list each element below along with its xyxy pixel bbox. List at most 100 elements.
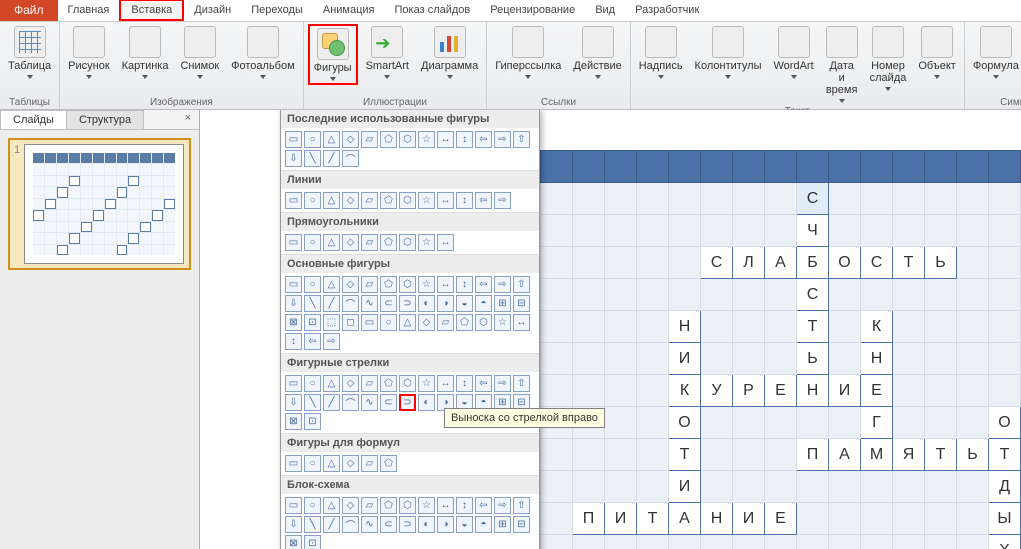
tab-insert[interactable]: Вставка [119, 0, 184, 21]
crossword-cell[interactable]: Ы [989, 503, 1021, 535]
shape-option[interactable]: ☆ [418, 375, 435, 392]
shape-option[interactable]: ⊠ [285, 535, 302, 549]
shape-option[interactable]: ⬡ [399, 131, 416, 148]
close-pane[interactable]: × [177, 110, 199, 129]
shape-option[interactable]: ⌒ [342, 394, 359, 411]
shape-option[interactable]: ⬠ [380, 497, 397, 514]
shape-option[interactable]: ⊃ [399, 516, 416, 533]
shape-option[interactable]: ↔ [437, 192, 454, 209]
slides-tab[interactable]: Слайды [0, 110, 67, 129]
shape-option[interactable]: ○ [380, 314, 397, 331]
shape-option[interactable]: ⊠ [285, 314, 302, 331]
shape-option[interactable]: ◓ [475, 295, 492, 312]
crossword-cell[interactable]: Е [765, 375, 797, 407]
shape-option[interactable]: ⬠ [380, 455, 397, 472]
shape-option[interactable]: ⊡ [304, 314, 321, 331]
shape-option[interactable]: ○ [304, 497, 321, 514]
shape-option[interactable]: ⊡ [304, 413, 321, 430]
file-menu[interactable]: Файл [0, 0, 58, 21]
shapes-button[interactable]: Фигуры [308, 24, 358, 85]
shape-option[interactable]: ◐ [418, 295, 435, 312]
shape-option[interactable]: △ [323, 192, 340, 209]
crossword-cell[interactable]: А [669, 503, 701, 535]
shape-option[interactable]: ⊂ [380, 516, 397, 533]
crossword-cell[interactable]: К [669, 375, 701, 407]
shape-option[interactable]: ⌒ [342, 295, 359, 312]
shape-option[interactable]: ◒ [456, 295, 473, 312]
shape-option[interactable]: ▭ [285, 375, 302, 392]
shape-option[interactable]: ∿ [361, 394, 378, 411]
crossword-cell[interactable]: Ь [957, 439, 989, 471]
tab-developer[interactable]: Разработчик [625, 0, 709, 21]
crossword-cell[interactable]: П [797, 439, 829, 471]
shape-option[interactable]: ↔ [437, 131, 454, 148]
shape-option[interactable]: ⊡ [304, 535, 321, 549]
shape-option[interactable]: ◑ [437, 295, 454, 312]
crossword-cell[interactable]: Н [669, 311, 701, 343]
crossword-cell[interactable]: С [797, 279, 829, 311]
shape-option[interactable]: ⇩ [285, 516, 302, 533]
shape-option[interactable]: ▱ [361, 131, 378, 148]
shape-option[interactable]: △ [323, 131, 340, 148]
crossword-cell[interactable]: П [573, 503, 605, 535]
shape-option[interactable]: ↕ [285, 333, 302, 350]
shape-option[interactable]: ⇦ [475, 192, 492, 209]
shape-option[interactable]: ○ [304, 455, 321, 472]
shape-option[interactable]: ⬚ [323, 314, 340, 331]
crossword-cell[interactable]: О [669, 407, 701, 439]
shape-option[interactable]: △ [323, 375, 340, 392]
crossword-cell[interactable]: И [605, 503, 637, 535]
shape-option[interactable]: ↔ [437, 276, 454, 293]
equation-button[interactable]: Формула [969, 24, 1021, 81]
tab-animation[interactable]: Анимация [313, 0, 385, 21]
shape-option[interactable]: ⬡ [399, 497, 416, 514]
shape-option[interactable]: ╲ [304, 295, 321, 312]
crossword-cell[interactable]: Е [861, 375, 893, 407]
tab-transitions[interactable]: Переходы [241, 0, 313, 21]
shape-option[interactable]: ◇ [418, 314, 435, 331]
shape-option[interactable]: ⊟ [513, 516, 530, 533]
crossword-cell[interactable]: Н [701, 503, 733, 535]
shape-option[interactable]: ○ [304, 375, 321, 392]
shape-option[interactable]: ◇ [342, 234, 359, 251]
datetime-button[interactable]: Дата и время [822, 24, 862, 105]
shape-option[interactable]: ▱ [361, 192, 378, 209]
crossword-cell[interactable]: И [733, 503, 765, 535]
screenshot-button[interactable]: Снимок [176, 24, 223, 81]
shape-option[interactable]: ⇩ [285, 295, 302, 312]
shape-option[interactable]: ╱ [323, 295, 340, 312]
shape-option[interactable]: ↔ [437, 234, 454, 251]
shape-option[interactable]: ⇦ [304, 333, 321, 350]
shape-option[interactable]: ⬡ [399, 375, 416, 392]
shape-option[interactable]: ↕ [456, 276, 473, 293]
shape-option[interactable]: ◇ [342, 497, 359, 514]
crossword-cell[interactable]: Ч [797, 215, 829, 247]
shape-option[interactable]: ⇨ [494, 276, 511, 293]
shape-option[interactable]: ⊃ [399, 394, 416, 411]
crossword-cell[interactable]: Т [989, 439, 1021, 471]
shape-option[interactable]: ○ [304, 234, 321, 251]
shape-option[interactable]: ⬠ [380, 192, 397, 209]
tab-view[interactable]: Вид [585, 0, 625, 21]
shape-option[interactable]: ▱ [361, 375, 378, 392]
shape-option[interactable]: ○ [304, 131, 321, 148]
crossword-cell[interactable]: О [829, 247, 861, 279]
shape-option[interactable]: ▭ [285, 455, 302, 472]
shape-option[interactable]: ⇩ [285, 394, 302, 411]
crossword-cell[interactable]: И [829, 375, 861, 407]
shape-option[interactable]: ∿ [361, 295, 378, 312]
shape-option[interactable]: ▭ [285, 276, 302, 293]
shape-option[interactable]: ⬡ [399, 276, 416, 293]
shape-option[interactable]: ⇨ [494, 131, 511, 148]
crossword-cell[interactable]: К [861, 311, 893, 343]
shape-option[interactable]: ⇧ [513, 131, 530, 148]
shape-option[interactable]: ↕ [456, 192, 473, 209]
photoalbum-button[interactable]: Фотоальбом [227, 24, 299, 81]
crossword-cell[interactable]: И [669, 471, 701, 503]
shape-option[interactable]: ⌒ [342, 150, 359, 167]
picture-button[interactable]: Рисунок [64, 24, 114, 81]
crossword-cell[interactable]: Т [925, 439, 957, 471]
shape-option[interactable]: ⇧ [513, 497, 530, 514]
slide-thumbnail[interactable] [24, 144, 184, 264]
shape-option[interactable]: ↕ [456, 131, 473, 148]
